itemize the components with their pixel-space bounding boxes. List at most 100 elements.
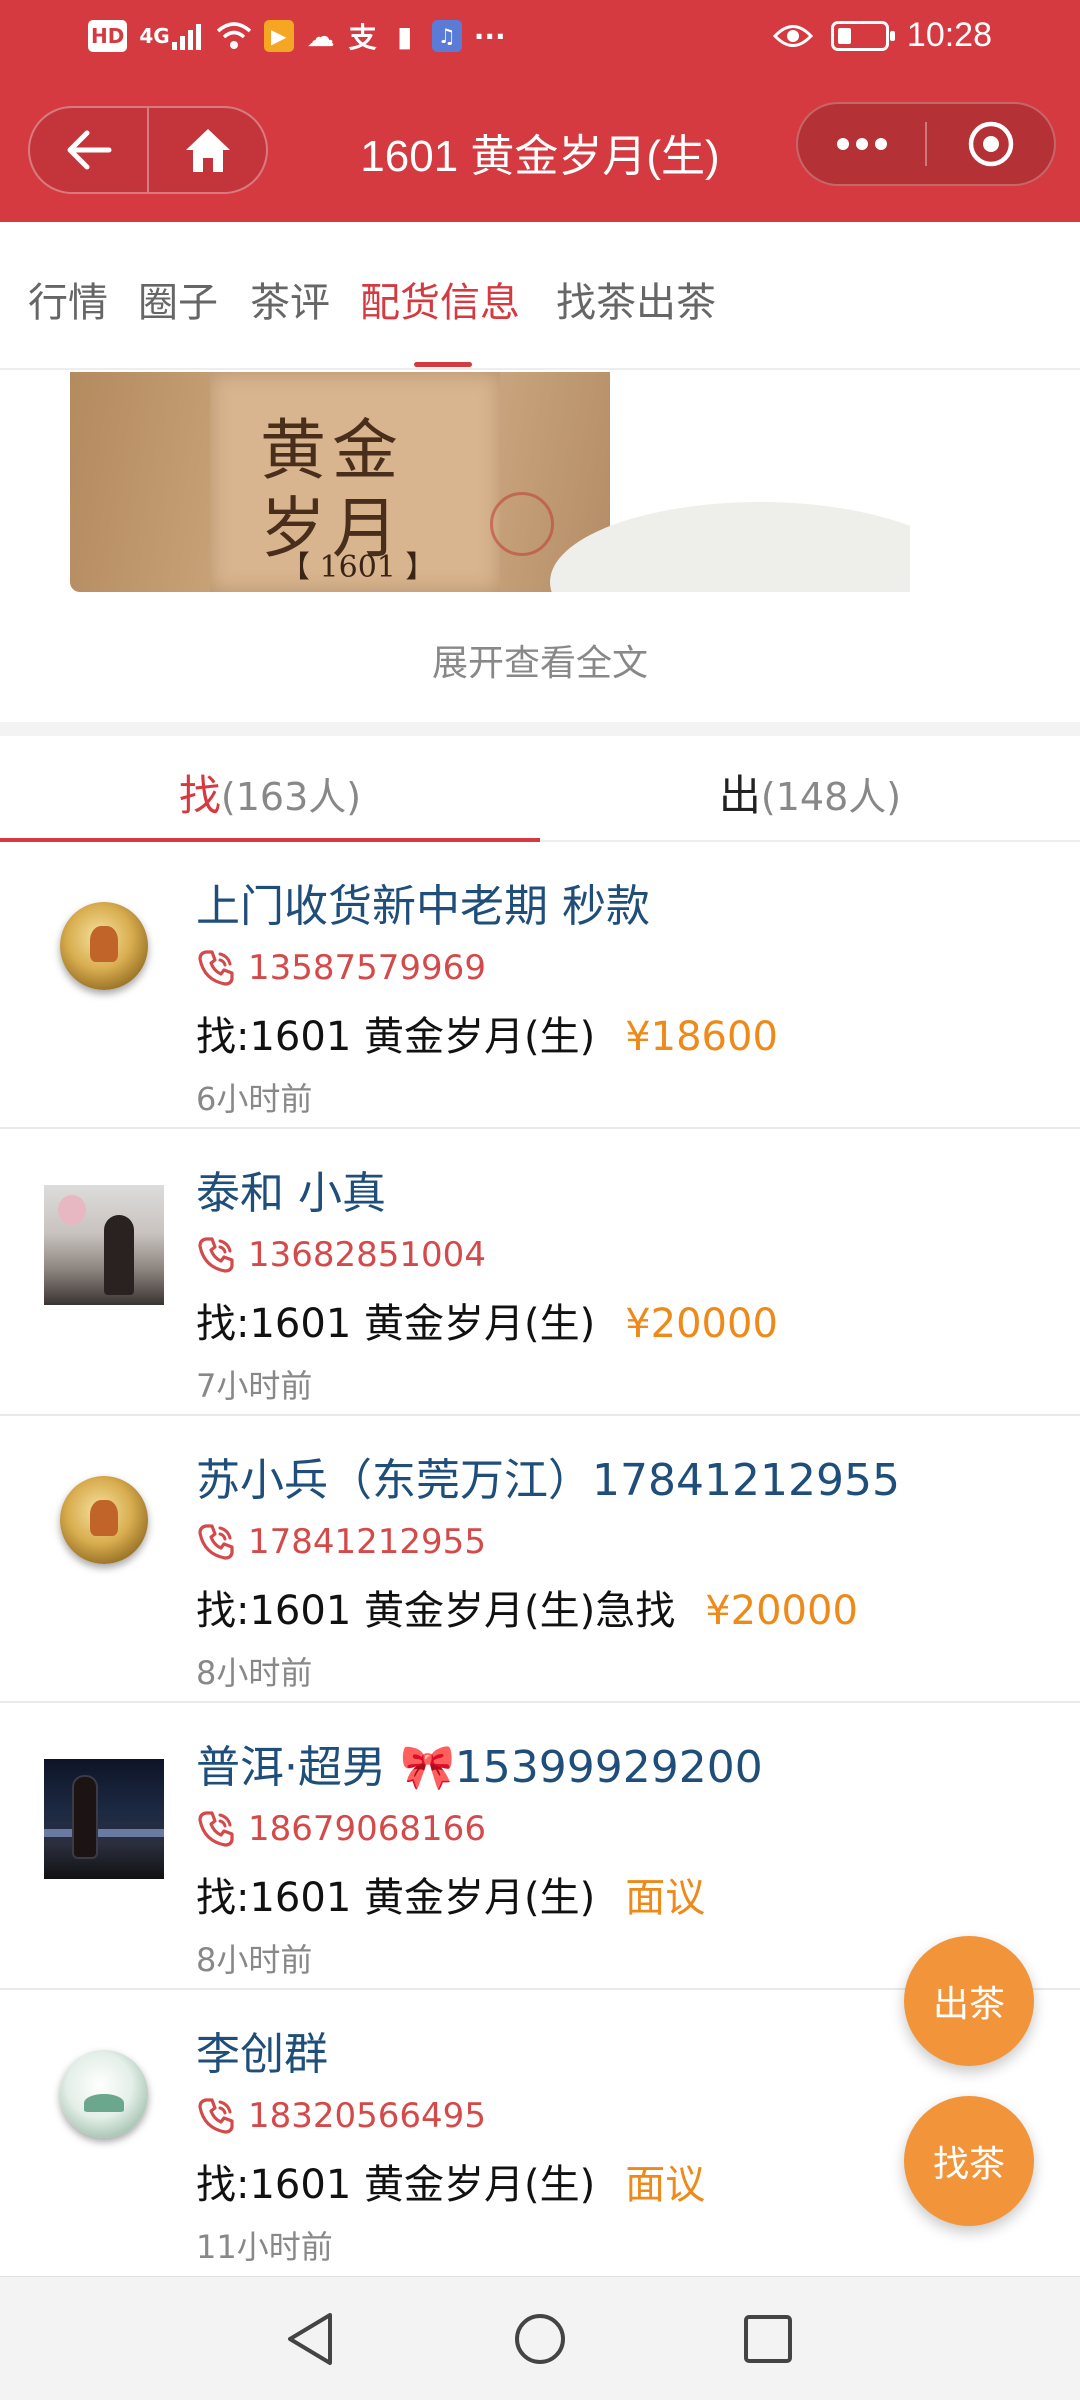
avatar[interactable]	[44, 1185, 164, 1305]
price: 面议	[625, 2162, 706, 2208]
user-name: 李创群	[196, 2029, 328, 2080]
request-description: 找:1601 黄金岁月(生)	[196, 1014, 596, 1060]
network-label: 4G	[139, 24, 170, 48]
post-time: 7小时前	[196, 1367, 313, 1405]
price: ¥20000	[705, 1588, 858, 1634]
top-bar: HD 4G ▶ ☁ 支 ▮ ♫ ··· 10:28 1601 黄金岁月(生)	[0, 0, 1080, 222]
status-bar: HD 4G ▶ ☁ 支 ▮ ♫ ··· 10:28	[0, 0, 1080, 80]
avatar[interactable]	[60, 2050, 148, 2138]
phone-link[interactable]: 13682851004	[196, 1235, 486, 1275]
wifi-icon	[216, 22, 251, 49]
avatar[interactable]	[44, 1759, 164, 1879]
user-name: 普洱·超男 🎀15399929200	[196, 1742, 763, 1793]
phone-number: 18320566495	[248, 2096, 486, 2136]
more-button[interactable]	[798, 104, 925, 184]
system-back-button[interactable]	[280, 2309, 340, 2369]
tab-find[interactable]: 找(163人)	[0, 762, 540, 823]
book-icon: ▮	[396, 19, 413, 53]
avatar[interactable]	[60, 902, 148, 990]
request-text: 找:1601 黄金岁月(生) ¥20000	[196, 1291, 778, 1349]
phone-icon	[198, 1237, 234, 1273]
user-name: 苏小兵（东莞万江）17841212955	[196, 1455, 900, 1506]
request-text: 找:1601 黄金岁月(生) 面议	[196, 1865, 705, 1923]
signal-icon	[171, 24, 201, 50]
more-notifications-icon: ···	[473, 19, 506, 53]
find-tea-button[interactable]: 找茶	[904, 2096, 1034, 2226]
tab-sell-count: (148人)	[760, 775, 902, 819]
tab-find-count: (163人)	[220, 775, 362, 819]
clock: 10:28	[906, 16, 992, 54]
tab-circle[interactable]: 圈子	[138, 270, 218, 328]
active-tab-indicator	[414, 362, 472, 367]
list-item[interactable]: 普洱·超男 🎀15399929200 18679068166 找:1601 黄金…	[0, 1703, 1080, 1990]
back-button[interactable]	[30, 108, 147, 192]
phone-icon	[198, 950, 234, 986]
listing-list: 上门收货新中老期 秒款 13587579969 找:1601 黄金岁月(生) ¥1…	[0, 842, 1080, 2277]
phone-icon	[198, 1524, 234, 1560]
music-icon: ♫	[431, 20, 462, 52]
request-description: 找:1601 黄金岁月(生)急找	[196, 1588, 676, 1634]
page-title: 1601 黄金岁月(生)	[360, 132, 720, 181]
status-right: 10:28	[772, 16, 992, 55]
red-seal-stamp	[490, 492, 554, 556]
post-time: 8小时前	[196, 1654, 313, 1692]
phone-link[interactable]: 18320566495	[196, 2096, 486, 2136]
tab-find-sell-tea[interactable]: 找茶出茶	[556, 270, 716, 328]
phone-link[interactable]: 18679068166	[196, 1809, 486, 1849]
phone-icon	[198, 1811, 234, 1847]
sell-tea-button[interactable]: 出茶	[904, 1936, 1034, 2066]
phone-link[interactable]: 17841212955	[196, 1522, 486, 1562]
price: 面议	[625, 1875, 706, 1921]
tab-sell-label: 出	[718, 771, 761, 820]
phone-number: 18679068166	[248, 1809, 486, 1849]
arrow-left-icon	[67, 130, 111, 170]
triangle-back-icon	[288, 2313, 332, 2365]
phone-number: 13587579969	[248, 948, 486, 988]
close-miniapp-button[interactable]	[927, 104, 1054, 184]
request-text: 找:1601 黄金岁月(生) ¥18600	[196, 1004, 778, 1062]
post-time: 6小时前	[196, 1080, 313, 1118]
category-tabs: 行情 圈子 茶评 配货信息 找茶出茶	[0, 222, 1080, 370]
user-name: 泰和 小真	[196, 1168, 386, 1219]
battery-fill	[837, 27, 851, 44]
request-text: 找:1601 黄金岁月(生) 面议	[196, 2152, 705, 2210]
more-dots-icon	[836, 138, 887, 150]
list-item[interactable]: 泰和 小真 13682851004 找:1601 黄金岁月(生) ¥20000 7…	[0, 1129, 1080, 1416]
tab-sell[interactable]: 出(148人)	[540, 762, 1080, 823]
status-left-icons: HD 4G ▶ ☁ 支 ▮ ♫ ···	[88, 19, 506, 54]
request-description: 找:1601 黄金岁月(生)	[196, 1301, 596, 1347]
price: ¥18600	[625, 1014, 778, 1060]
avatar[interactable]	[60, 1476, 148, 1564]
tab-distribution-info[interactable]: 配货信息	[360, 270, 520, 328]
list-item[interactable]: 苏小兵（东莞万江）17841212955 17841212955 找:1601 …	[0, 1416, 1080, 1703]
post-time: 11小时前	[196, 2228, 333, 2266]
section-divider	[0, 722, 1080, 736]
menu-capsule	[796, 102, 1056, 186]
tea-cake-image: 黄金岁月 【 1601 】	[70, 372, 910, 592]
target-circle-icon	[968, 121, 1013, 167]
price: ¥20000	[625, 1301, 778, 1347]
network-icon: 4G	[139, 20, 203, 52]
phone-number: 13682851004	[248, 1235, 486, 1275]
phone-icon	[198, 2098, 234, 2134]
video-app-icon: ▶	[263, 20, 294, 52]
post-time: 8小时前	[196, 1941, 313, 1979]
system-nav-bar	[0, 2276, 1080, 2400]
tab-market[interactable]: 行情	[28, 270, 108, 328]
home-button[interactable]	[149, 108, 266, 192]
expand-full-text-link[interactable]: 展开查看全文	[0, 634, 1080, 686]
phone-link[interactable]: 13587579969	[196, 948, 486, 988]
tab-tea-review[interactable]: 茶评	[250, 270, 330, 328]
square-recents-icon	[744, 2315, 792, 2363]
hd-icon: HD	[88, 20, 128, 52]
tab-find-label: 找	[178, 771, 221, 820]
list-item[interactable]: 上门收货新中老期 秒款 13587579969 找:1601 黄金岁月(生) ¥1…	[0, 842, 1080, 1129]
request-description: 找:1601 黄金岁月(生)	[196, 1875, 596, 1921]
home-icon	[185, 129, 230, 172]
system-home-button[interactable]	[510, 2309, 570, 2369]
phone-number: 17841212955	[248, 1522, 486, 1562]
battery-icon	[830, 20, 895, 51]
system-recents-button[interactable]	[738, 2309, 798, 2369]
tea-year-label: 【 1601 】	[280, 550, 436, 585]
eye-icon	[772, 24, 813, 47]
